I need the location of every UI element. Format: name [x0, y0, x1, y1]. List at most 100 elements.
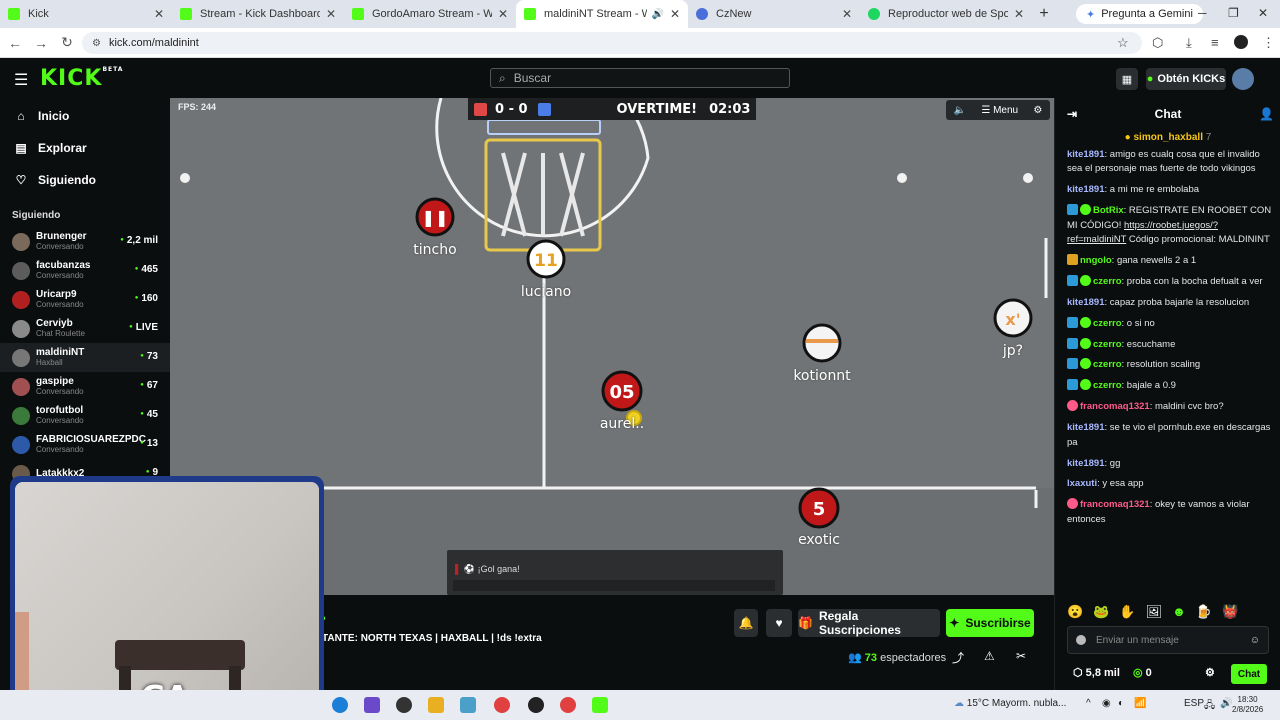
language-indicator[interactable]: ESP	[1184, 698, 1204, 709]
chat-username[interactable]: kite1891	[1067, 297, 1105, 308]
maximize-icon[interactable]: ❐	[1228, 6, 1239, 20]
tray-app-icon[interactable]: ◉	[1102, 698, 1111, 709]
send-chat-button[interactable]: Chat	[1231, 664, 1267, 684]
emote-icon[interactable]: 👹	[1222, 604, 1238, 622]
chat-settings-icon[interactable]: ⚙	[1205, 666, 1215, 679]
bookmark-star-icon[interactable]: ☆	[1117, 35, 1129, 51]
browser-tab[interactable]: GordoAmaro Stream - Watch L ✕	[344, 0, 516, 28]
browser-tab[interactable]: CzNew ✕	[688, 0, 860, 28]
browser-tab-active[interactable]: maldiniNT Stream - Watch 🔊 ✕	[516, 0, 688, 28]
tray-app-icon[interactable]: ◐	[1118, 698, 1124, 709]
following-item[interactable]: facubanzasConversando 465	[0, 256, 170, 285]
chrome-icon[interactable]	[494, 697, 510, 713]
emote-icon[interactable]: ✋	[1119, 604, 1135, 622]
volume-icon[interactable]: 🔊	[1220, 698, 1232, 709]
chat-users-icon[interactable]: 👤	[1259, 107, 1274, 121]
following-item[interactable]: torofutbolConversando 45	[0, 401, 170, 430]
close-tab-icon[interactable]: ✕	[498, 7, 508, 21]
close-tab-icon[interactable]: ✕	[842, 7, 852, 21]
close-tab-icon[interactable]: ✕	[670, 7, 680, 21]
chat-username[interactable]: lxaxuti	[1067, 478, 1097, 489]
download-icon[interactable]: ⤓	[1186, 35, 1192, 51]
more-menu-icon[interactable]: ⋮	[1262, 35, 1275, 51]
emoji-picker-icon[interactable]: ☺	[1250, 635, 1260, 646]
chat-username[interactable]: francomaq1321	[1080, 499, 1150, 510]
chrome-icon[interactable]	[560, 697, 576, 713]
url-field[interactable]: ⚙ kick.com/maldinint	[82, 32, 1142, 54]
back-icon[interactable]: ←	[2, 35, 28, 51]
kick-app-icon[interactable]	[592, 697, 608, 713]
nav-item-siguiendo[interactable]: ♡ Siguiendo	[0, 164, 170, 196]
gift-subs-button[interactable]: 🎁 Regala Suscripciones	[798, 609, 940, 637]
media-control-icon[interactable]: ≡	[1211, 35, 1219, 50]
clock[interactable]: 18:30 2/8/2026	[1232, 695, 1263, 715]
weather-widget[interactable]: ☁ 15°C Mayorm. nubla...	[954, 698, 1066, 709]
nav-item-explorar[interactable]: ▤ Explorar	[0, 132, 170, 164]
site-info-icon[interactable]: ⚙	[92, 38, 101, 49]
close-window-icon[interactable]: ✕	[1258, 6, 1268, 20]
emote-icon[interactable]: 🍺	[1196, 604, 1212, 622]
following-item[interactable]: BrunengerConversando 2,2 mil	[0, 227, 170, 256]
subscribe-button[interactable]: ✦ Suscribirse	[946, 609, 1034, 637]
following-item-active[interactable]: maldiniNTHaxball 73	[0, 343, 170, 372]
notification-bell-button[interactable]: 🔔	[734, 609, 758, 637]
following-item[interactable]: gaspipeConversando 67	[0, 372, 170, 401]
profile-avatar[interactable]	[1234, 35, 1248, 49]
browser-tab[interactable]: Reproductor web de Spotify: m ✕	[860, 0, 1032, 28]
hamburger-menu-icon[interactable]: ☰	[14, 70, 28, 90]
chat-username[interactable]: czerro	[1093, 359, 1122, 370]
collapse-chat-icon[interactable]: ⇥	[1067, 107, 1077, 121]
emote-icon[interactable]: ☻	[1172, 604, 1186, 622]
game-menu-button[interactable]: ☰ Menu	[981, 105, 1018, 116]
app-icon[interactable]	[364, 697, 380, 713]
clip-icon[interactable]: ✂	[1016, 649, 1026, 663]
audio-playing-icon[interactable]: 🔊	[651, 9, 663, 20]
chat-message-input[interactable]: Enviar un mensaje ☺	[1067, 626, 1269, 654]
chatgpt-icon[interactable]	[396, 697, 412, 713]
browse-layout-icon[interactable]: ▦	[1116, 68, 1138, 90]
report-icon[interactable]: ⚠	[984, 649, 995, 663]
extensions-icon[interactable]: ⬡	[1152, 35, 1163, 51]
reload-icon[interactable]: ↻	[54, 34, 80, 51]
close-tab-icon[interactable]: ✕	[326, 7, 336, 21]
close-tab-icon[interactable]: ✕	[154, 7, 164, 21]
browser-tab[interactable]: Stream - Kick Dashboard ✕	[172, 0, 344, 28]
chat-username[interactable]: BotRix	[1093, 205, 1124, 216]
chat-username[interactable]: czerro	[1093, 276, 1122, 287]
browser-tab[interactable]: Kick ✕	[0, 0, 172, 28]
follow-heart-button[interactable]: ♥	[766, 609, 792, 637]
share-icon[interactable]: ⤴	[952, 649, 964, 666]
search-input[interactable]: ⌕ Buscar	[490, 68, 790, 88]
chat-username[interactable]: kite1891	[1067, 149, 1105, 160]
chat-username[interactable]: kite1891	[1067, 422, 1105, 433]
chat-username[interactable]: czerro	[1093, 339, 1122, 350]
user-avatar[interactable]	[1232, 68, 1254, 90]
chat-username[interactable]: nngolo	[1080, 255, 1112, 266]
game-chat-input[interactable]	[453, 580, 775, 591]
chat-username[interactable]: francomaq1321	[1080, 401, 1150, 412]
following-item[interactable]: FABRICIOSUAREZPDCConversando 13	[0, 430, 170, 459]
game-sound-icon[interactable]: 🔈	[954, 105, 966, 116]
app-icon[interactable]	[460, 697, 476, 713]
channel-points[interactable]: ◎ 0	[1133, 666, 1152, 679]
chat-username[interactable]: kite1891	[1067, 458, 1105, 469]
new-tab-icon[interactable]: +	[1032, 5, 1056, 23]
emote-icon[interactable]: 🖼	[1146, 604, 1163, 622]
close-tab-icon[interactable]: ✕	[1014, 7, 1024, 21]
obs-icon[interactable]	[528, 697, 544, 713]
chat-username[interactable]: czerro	[1093, 380, 1122, 391]
emote-icon[interactable]: 🐸	[1093, 604, 1109, 622]
chat-username[interactable]: czerro	[1093, 318, 1122, 329]
wifi-icon[interactable]: 📶	[1134, 698, 1146, 709]
minimize-icon[interactable]: ─	[1198, 6, 1207, 20]
following-item[interactable]: Uricarp9Conversando 160	[0, 285, 170, 314]
game-settings-icon[interactable]: ⚙	[1033, 105, 1042, 116]
kick-logo[interactable]: KICKBETA	[40, 66, 123, 91]
chat-username[interactable]: kite1891	[1067, 184, 1105, 195]
nav-item-inicio[interactable]: ⌂ Inicio	[0, 100, 170, 132]
network-icon[interactable]: 🖧	[1204, 698, 1215, 715]
tray-chevron-icon[interactable]: ^	[1086, 698, 1091, 709]
file-explorer-icon[interactable]	[428, 697, 444, 713]
edge-icon[interactable]	[332, 697, 348, 713]
gemini-button[interactable]: ✦ Pregunta a Gemini	[1076, 4, 1203, 24]
